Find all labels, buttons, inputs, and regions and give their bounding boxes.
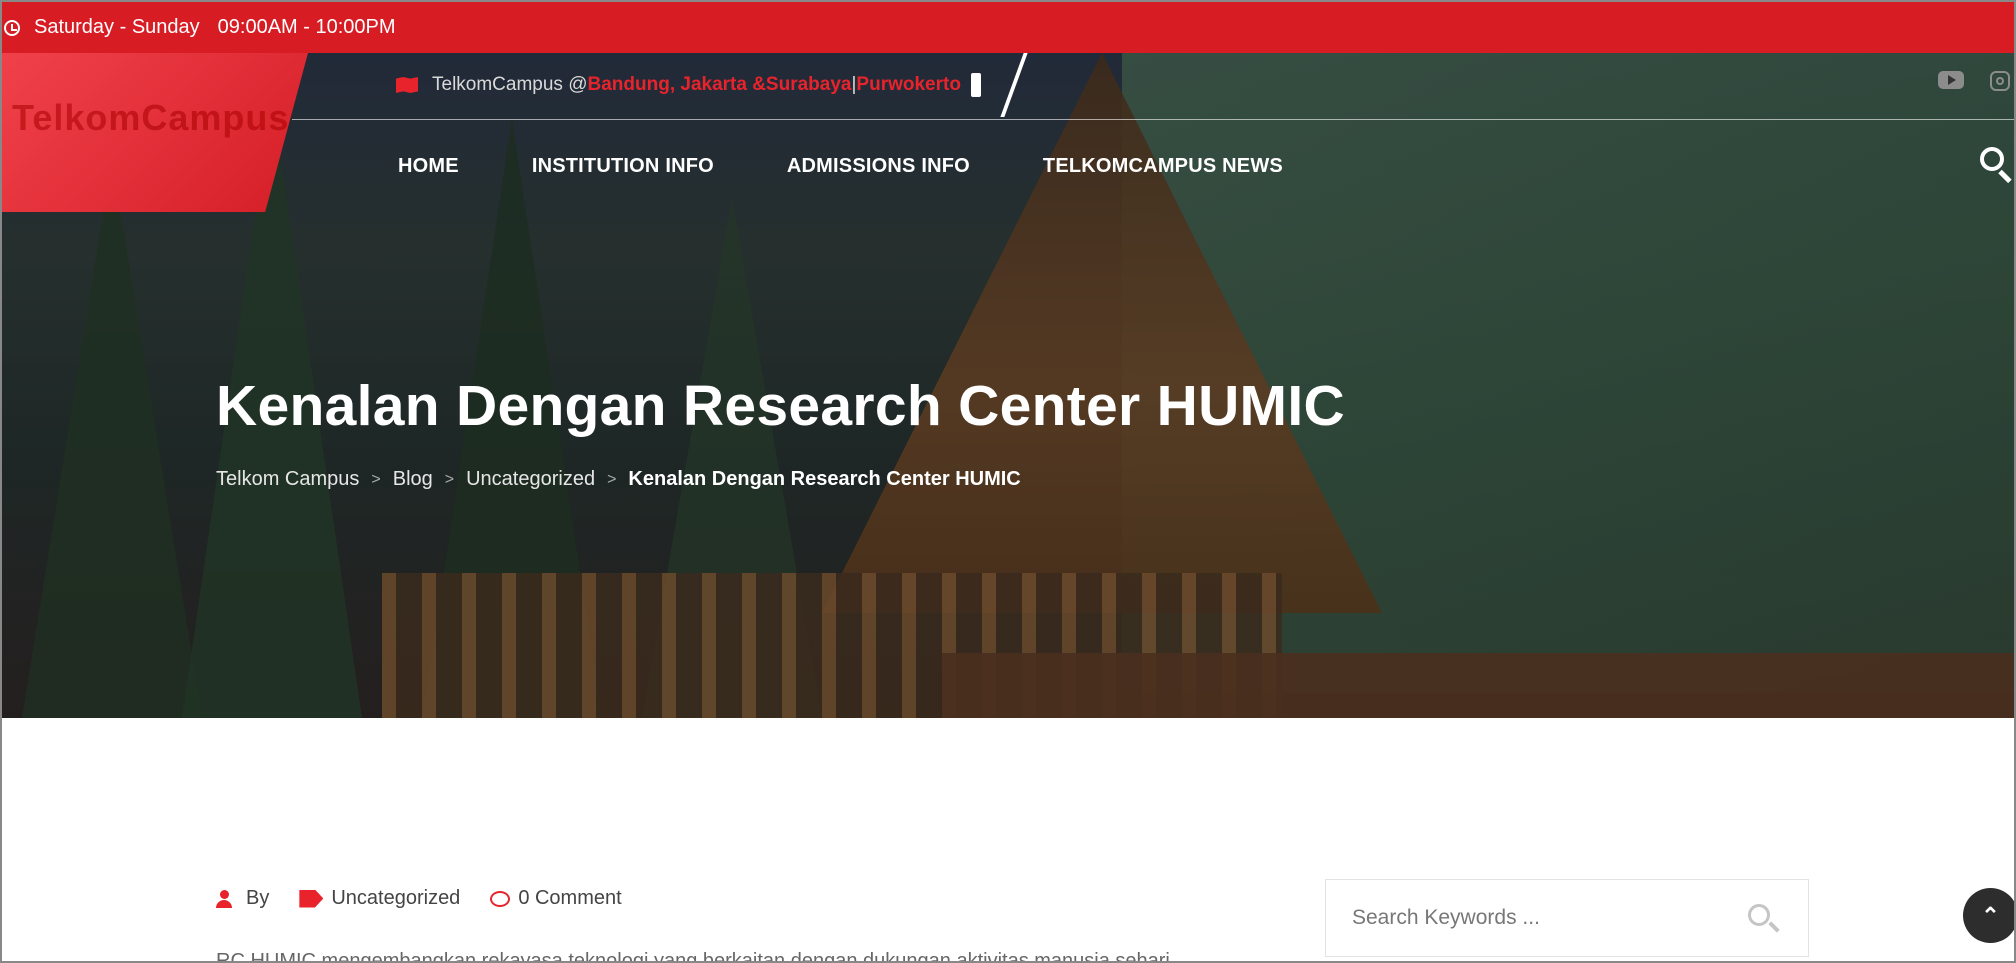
opening-days: Saturday - Sunday [34, 16, 200, 38]
breadcrumb-home[interactable]: Telkom Campus [216, 468, 359, 491]
nav-home[interactable]: HOME [398, 155, 459, 178]
nav-telkomcampus-news[interactable]: TELKOMCAMPUS NEWS [1043, 155, 1283, 178]
hero-banner: TelkomCampus TelkomCampus @ Bandung, Jak… [2, 53, 2014, 718]
location-cities: Bandung, Jakarta &Surabaya [587, 74, 852, 95]
browser-viewport: Saturday - Sunday 09:00AM - 10:00PM Telk… [0, 0, 2016, 963]
main-navigation: HOME INSTITUTION INFO ADMISSIONS INFO TE… [398, 155, 1283, 178]
opening-hours: 09:00AM - 10:00PM [217, 16, 396, 38]
user-icon [216, 889, 232, 908]
post-meta: By Uncategorized 0 Comment [216, 887, 652, 910]
tags-icon [299, 889, 324, 908]
clock-icon [4, 19, 20, 36]
breadcrumb-separator: > [444, 470, 455, 488]
location-info: TelkomCampus @ Bandung, Jakarta &Surabay… [396, 63, 981, 107]
search-input[interactable] [1352, 906, 1732, 930]
author-prefix: By [246, 887, 270, 909]
nav-admissions-info[interactable]: ADMISSIONS INFO [787, 155, 970, 178]
site-logo[interactable]: TelkomCampus [2, 53, 308, 212]
breadcrumb-separator: > [607, 470, 617, 488]
nav-institution-info[interactable]: INSTITUTION INFO [532, 155, 714, 178]
breadcrumb: Telkom Campus > Blog > Uncategorized > K… [216, 468, 1021, 491]
comments-link[interactable]: 0 Comment [518, 887, 621, 910]
header-rule [292, 119, 2014, 120]
search-icon[interactable] [1748, 904, 1770, 926]
background-tree [22, 158, 202, 718]
location-extra: Purwokerto [856, 74, 961, 95]
page-title: Kenalan Dengan Research Center HUMIC [216, 374, 1345, 438]
background-deck [942, 653, 2014, 718]
comment-icon [490, 890, 511, 907]
ticker-cursor [970, 73, 981, 97]
breadcrumb-blog[interactable]: Blog [393, 468, 433, 491]
search-icon[interactable] [1978, 145, 2014, 184]
post-author: By [216, 887, 269, 910]
category-link[interactable]: Uncategorized [331, 887, 460, 910]
social-links [1938, 71, 2010, 91]
sidebar-search-box [1325, 879, 1809, 957]
post-category: Uncategorized [299, 887, 460, 910]
location-prefix: TelkomCampus @ [432, 74, 588, 95]
breadcrumb-current: Kenalan Dengan Research Center HUMIC [628, 468, 1021, 490]
chevrons-up-icon: ⌃ [1981, 902, 2000, 928]
instagram-icon[interactable] [1990, 71, 2010, 91]
youtube-icon[interactable] [1938, 71, 1964, 89]
map-icon [396, 77, 418, 93]
post-excerpt: RC HUMIC mengembangkan rekayasa teknolog… [216, 950, 1170, 963]
header-divider [1000, 53, 1028, 117]
top-info-bar: Saturday - Sunday 09:00AM - 10:00PM [2, 2, 2014, 53]
scroll-to-top-button[interactable]: ⌃ [1963, 888, 2014, 943]
breadcrumb-separator: > [371, 470, 381, 488]
post-comments: 0 Comment [490, 887, 622, 910]
breadcrumb-category[interactable]: Uncategorized [466, 468, 595, 491]
